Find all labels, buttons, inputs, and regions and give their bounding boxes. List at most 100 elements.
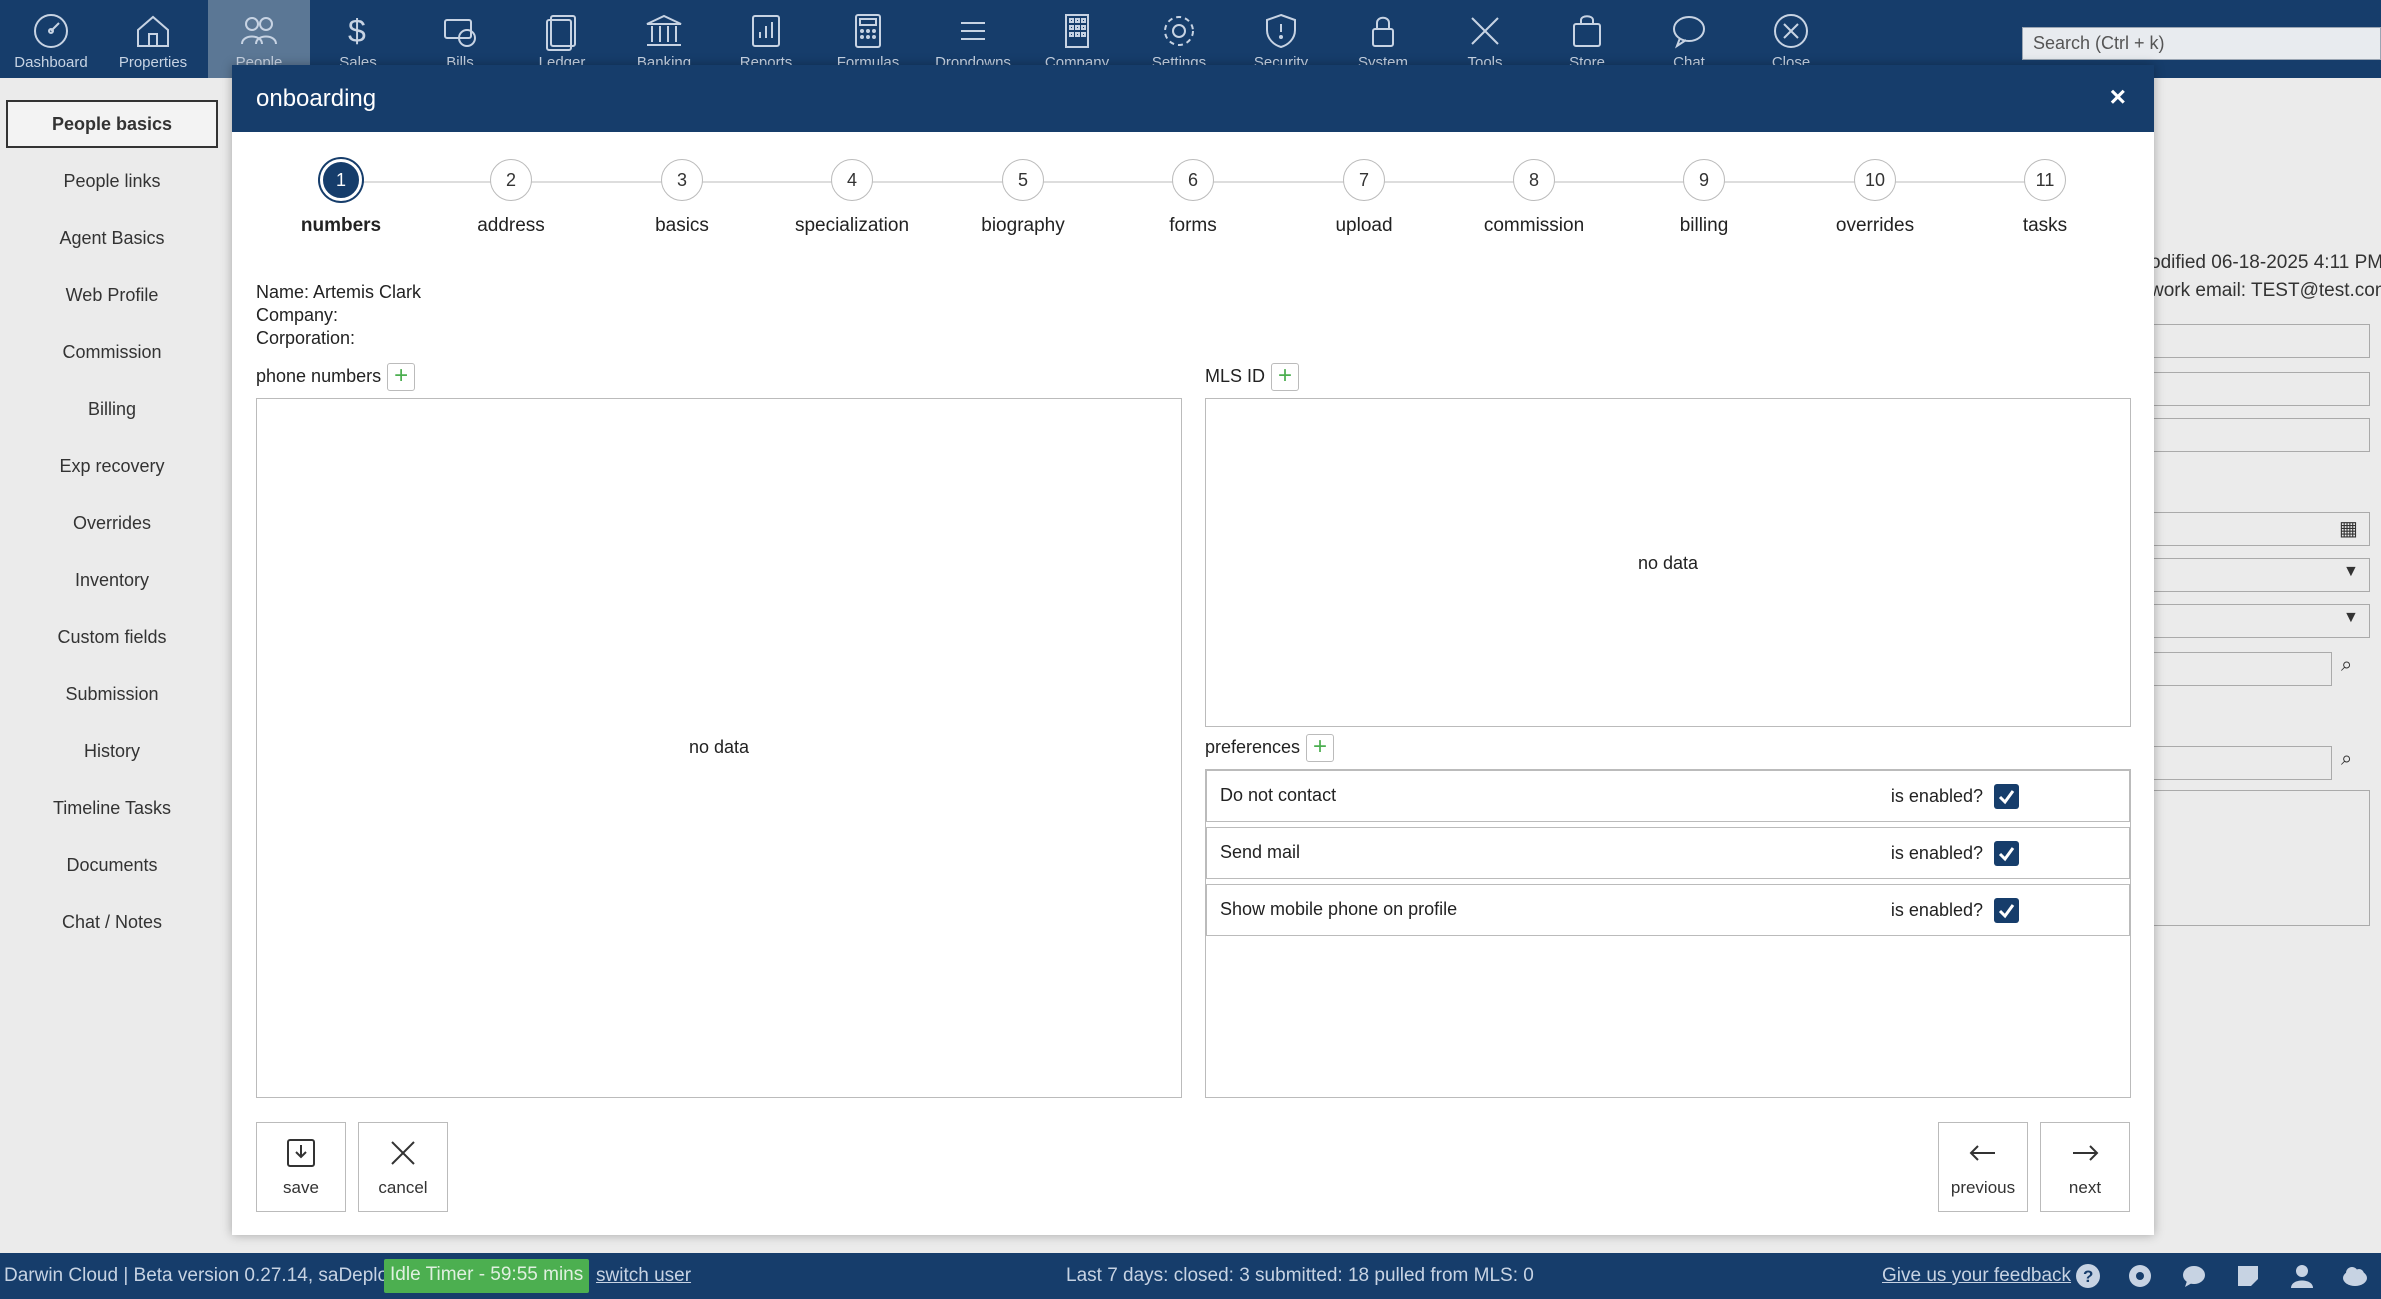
step-commission[interactable]: 8 commission — [1464, 159, 1604, 237]
step-number: 10 — [1854, 159, 1896, 201]
sidebar-item-custom-fields[interactable]: Custom fields — [6, 613, 218, 661]
sidebar-item-commission[interactable]: Commission — [6, 328, 218, 376]
step-address[interactable]: 2 address — [441, 159, 581, 237]
sidebar-item-inventory[interactable]: Inventory — [6, 556, 218, 604]
step-label: tasks — [2022, 215, 2068, 236]
mls-id-list: no data — [1205, 398, 2131, 727]
sidebar-item-exp-recovery[interactable]: Exp recovery — [6, 442, 218, 490]
sidebar-item-timeline-tasks[interactable]: Timeline Tasks — [6, 784, 218, 832]
sidebar-item-overrides[interactable]: Overrides — [6, 499, 218, 547]
onboarding-dialog: onboarding × 1 numbers 2 address 3 basics 4… — [232, 65, 2154, 1235]
is-enabled-checkbox[interactable] — [1994, 784, 2019, 809]
background-lookup[interactable] — [2150, 746, 2332, 780]
chat-icon[interactable] — [2181, 1263, 2207, 1289]
list-icon — [952, 10, 994, 52]
person-company: Company: — [256, 305, 339, 325]
step-label: address — [477, 215, 545, 236]
previous-label: previous — [1950, 1178, 2016, 1197]
step-numbers[interactable]: 1 numbers — [271, 159, 411, 237]
step-billing[interactable]: 9 billing — [1634, 159, 1774, 237]
preferences-list: Do not contact is enabled? Send mail is … — [1205, 769, 2131, 1098]
background-field[interactable] — [2150, 418, 2370, 452]
step-label: specialization — [794, 215, 910, 236]
sidebar-item-history[interactable]: History — [6, 727, 218, 775]
modified-timestamp: odified 06-18-2025 4:11 PM — [2150, 252, 2381, 273]
sidebar-item-agent-basics[interactable]: Agent Basics — [6, 214, 218, 262]
sidebar-item-web-profile[interactable]: Web Profile — [6, 271, 218, 319]
tools-icon — [1464, 10, 1506, 52]
save-label: save — [283, 1178, 319, 1197]
step-upload[interactable]: 7 upload — [1294, 159, 1434, 237]
nav-dashboard[interactable]: Dashboard — [0, 0, 102, 78]
sidebar-item-submission[interactable]: Submission — [6, 670, 218, 718]
mls-id-label: MLS ID — [1205, 365, 1266, 386]
save-button[interactable]: save — [256, 1122, 346, 1212]
is-enabled-label: is enabled? — [1890, 843, 1983, 863]
previous-button[interactable]: previous — [1938, 1122, 2028, 1212]
step-forms[interactable]: 6 forms — [1123, 159, 1263, 237]
background-field[interactable] — [2150, 324, 2370, 358]
nav-properties[interactable]: Properties — [102, 0, 204, 78]
preference-row: Do not contact is enabled? — [1206, 770, 2130, 822]
step-basics[interactable]: 3 basics — [612, 159, 752, 237]
mls-id-header: MLS ID + — [1205, 363, 1300, 391]
background-date-field[interactable] — [2150, 512, 2370, 546]
x-icon — [391, 1141, 415, 1165]
is-enabled-checkbox[interactable] — [1994, 841, 2019, 866]
search-icon[interactable]: ⌕ — [2341, 654, 2352, 677]
dollar-icon: $ — [337, 10, 379, 52]
sidebar-item-chat-notes[interactable]: Chat / Notes — [6, 898, 218, 946]
cancel-button[interactable]: cancel — [358, 1122, 448, 1212]
add-mls-id-button[interactable]: + — [1271, 363, 1300, 391]
step-overrides[interactable]: 10 overrides — [1805, 159, 1945, 237]
step-specialization[interactable]: 4 specialization — [782, 159, 922, 237]
background-select[interactable] — [2150, 558, 2370, 592]
background-field[interactable] — [2150, 372, 2370, 406]
background-select[interactable] — [2150, 604, 2370, 638]
step-number: 1 — [320, 159, 362, 201]
close-icon[interactable]: × — [2110, 81, 2126, 113]
search-icon[interactable]: ⌕ — [2341, 748, 2352, 771]
cancel-label: cancel — [378, 1178, 428, 1197]
calendar-icon[interactable]: ▦ — [2339, 516, 2358, 541]
sidebar-item-people-basics[interactable]: People basics — [6, 100, 218, 148]
background-textarea[interactable] — [2150, 790, 2370, 926]
step-number: 9 — [1683, 159, 1725, 201]
preference-row: Show mobile phone on profile is enabled? — [1206, 884, 2130, 936]
building-icon — [1056, 10, 1098, 52]
help-icon[interactable]: ? — [2075, 1263, 2101, 1289]
sidebar-item-people-links[interactable]: People links — [6, 157, 218, 205]
next-button[interactable]: next — [2040, 1122, 2130, 1212]
add-preference-button[interactable]: + — [1306, 734, 1335, 762]
ledger-icon — [541, 10, 583, 52]
idle-timer-badge: Idle Timer - 59:55 mins — [384, 1259, 590, 1293]
step-label: overrides — [1835, 215, 1915, 236]
is-enabled-checkbox[interactable] — [1994, 898, 2019, 923]
step-label: billing — [1679, 215, 1729, 236]
reports-icon — [745, 10, 787, 52]
empty-state: no data — [688, 737, 750, 757]
sidebar-item-billing[interactable]: Billing — [6, 385, 218, 433]
bag-icon — [1566, 10, 1608, 52]
gear-icon[interactable] — [2127, 1263, 2153, 1289]
step-biography[interactable]: 5 biography — [953, 159, 1093, 237]
lock-icon — [1362, 10, 1404, 52]
step-number: 4 — [831, 159, 873, 201]
note-icon[interactable] — [2235, 1263, 2261, 1289]
feedback-link[interactable]: Give us your feedback — [1882, 1265, 2071, 1287]
home-icon — [132, 10, 174, 52]
bank-icon — [643, 10, 685, 52]
user-icon[interactable] — [2289, 1263, 2315, 1289]
shield-icon — [1260, 10, 1302, 52]
work-email-label: work email: TEST@test.com — [2150, 280, 2381, 301]
step-label: biography — [981, 215, 1065, 236]
gear-icon — [1158, 10, 1200, 52]
background-lookup[interactable] — [2150, 652, 2332, 686]
step-tasks[interactable]: 11 tasks — [1975, 159, 2115, 237]
switch-user-link[interactable]: switch user — [596, 1265, 691, 1287]
cloud-icon[interactable] — [2342, 1263, 2368, 1289]
add-phone-button[interactable]: + — [387, 363, 416, 391]
sidebar-item-documents[interactable]: Documents — [6, 841, 218, 889]
global-search-input[interactable]: Search (Ctrl + k) — [2022, 27, 2381, 60]
is-enabled-label: is enabled? — [1890, 786, 1983, 806]
